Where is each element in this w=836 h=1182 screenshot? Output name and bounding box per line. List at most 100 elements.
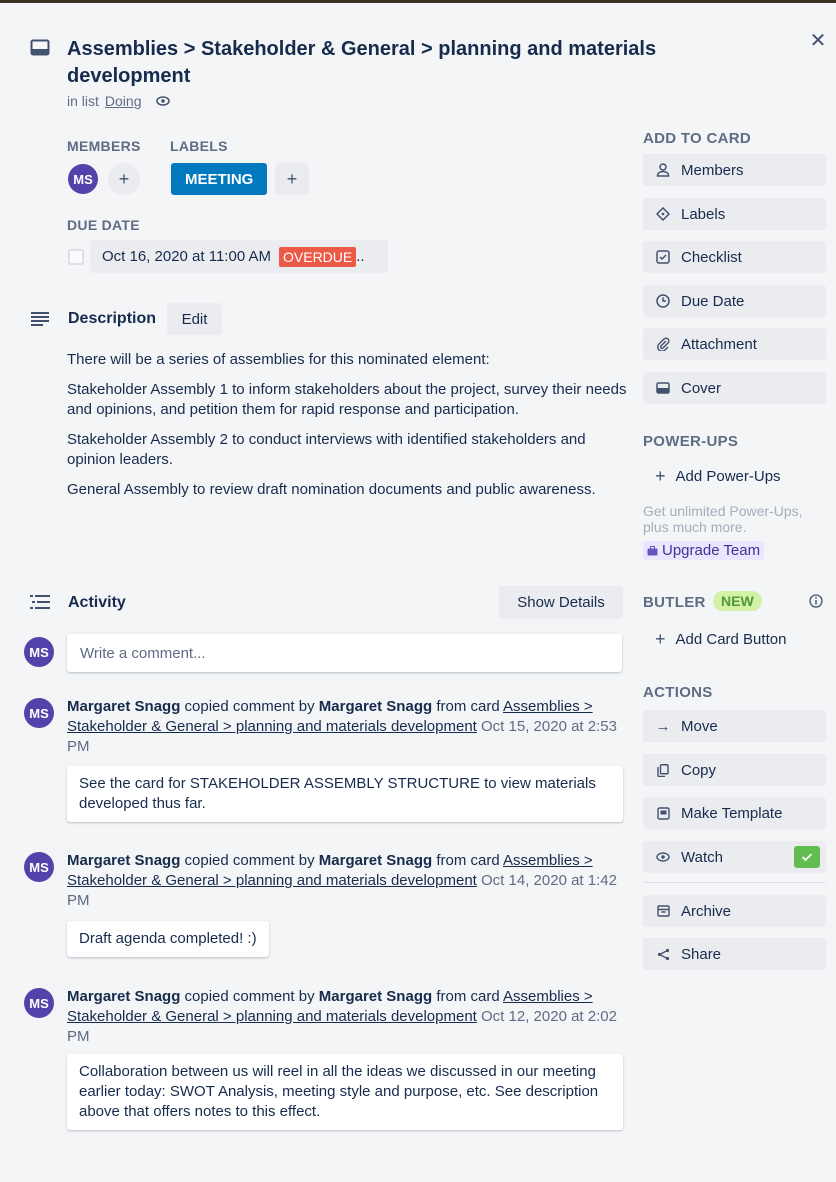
upgrade-team-label: Upgrade Team xyxy=(662,542,761,559)
eye-icon xyxy=(655,849,671,865)
actions-heading: ACTIONS xyxy=(643,684,713,701)
plus-icon: + xyxy=(118,168,130,189)
label-meeting[interactable]: MEETING xyxy=(171,163,268,195)
sidebar-attachment-label: Attachment xyxy=(681,335,757,353)
add-card-button-button[interactable]: + Add Card Button xyxy=(643,623,826,655)
card-icon xyxy=(30,38,50,58)
activity-source-author[interactable]: Margaret Snagg xyxy=(319,698,432,715)
sidebar-members-label: Members xyxy=(681,161,744,179)
check-icon xyxy=(794,846,820,868)
description-edit-button[interactable]: Edit xyxy=(167,303,222,335)
activity-author[interactable]: Margaret Snagg xyxy=(67,698,180,715)
eye-icon xyxy=(155,96,170,106)
powerups-upsell-text: Get unlimited Power-Ups, plus much more. xyxy=(643,503,803,535)
due-date-text: Oct 16, 2020 at 11:00 AM xyxy=(102,248,271,265)
action-archive-label: Archive xyxy=(681,902,732,920)
paperclip-icon xyxy=(655,336,671,352)
activity-verb: copied comment by xyxy=(184,988,315,1005)
description-paragraph: There will be a series of assemblies for… xyxy=(67,351,490,368)
card-title-line-1: Assemblies > Stakeholder & General > pla… xyxy=(67,38,657,60)
add-card-button-label: Add Card Button xyxy=(675,630,787,648)
upgrade-team-button[interactable]: Upgrade Team xyxy=(643,541,765,560)
due-date-heading: DUE DATE xyxy=(67,217,140,233)
arrow-right-icon: → xyxy=(655,717,671,735)
activity-author[interactable]: Margaret Snagg xyxy=(67,852,180,869)
activity-source-author[interactable]: Margaret Snagg xyxy=(319,988,432,1005)
sidebar-checklist-label: Checklist xyxy=(681,248,742,266)
add-powerups-label: Add Power-Ups xyxy=(675,467,781,485)
activity-comment: Collaboration between us will reel in al… xyxy=(67,1054,623,1130)
add-powerups-button[interactable]: + Add Power-Ups xyxy=(643,460,826,492)
action-make-template-label: Make Template xyxy=(681,804,783,822)
sidebar-members-button[interactable]: Members xyxy=(643,154,826,186)
comment-input[interactable]: Write a comment... xyxy=(67,634,622,672)
list-link[interactable]: Doing xyxy=(105,93,142,109)
tag-icon xyxy=(655,206,671,222)
sidebar-cover-button[interactable]: Cover xyxy=(643,372,826,404)
action-watch-label: Watch xyxy=(681,848,723,866)
description-paragraph: Stakeholder Assembly 2 to conduct interv… xyxy=(67,431,586,468)
list-prefix: in list xyxy=(67,93,99,109)
template-icon xyxy=(655,805,671,821)
sidebar-checklist-button[interactable]: Checklist xyxy=(643,241,826,273)
activity-from: from card xyxy=(436,698,500,715)
plus-icon: + xyxy=(286,168,298,189)
sidebar-cover-label: Cover xyxy=(681,379,722,397)
activity-avatar[interactable]: MS xyxy=(24,698,54,728)
activity-author[interactable]: Margaret Snagg xyxy=(67,988,180,1005)
sidebar-labels-button[interactable]: Labels xyxy=(643,198,826,230)
share-icon xyxy=(655,946,671,962)
butler-heading: BUTLER xyxy=(643,594,706,611)
card-title[interactable]: Assemblies > Stakeholder & General > pla… xyxy=(67,36,767,90)
show-details-button[interactable]: Show Details xyxy=(499,586,623,619)
list-info: in list Doing xyxy=(67,93,170,109)
butler-new-badge: NEW xyxy=(713,591,762,611)
action-make-template-button[interactable]: Make Template xyxy=(643,797,826,829)
activity-entry: Margaret Snagg copied comment by Margare… xyxy=(67,697,627,757)
add-to-card-heading: ADD TO CARD xyxy=(643,130,752,147)
sidebar-labels-label: Labels xyxy=(681,205,726,223)
action-share-button[interactable]: Share xyxy=(643,938,826,970)
action-copy-label: Copy xyxy=(681,761,717,779)
add-label-button[interactable]: + xyxy=(275,163,309,195)
activity-avatar[interactable]: MS xyxy=(24,852,54,882)
activity-comment: See the card for STAKEHOLDER ASSEMBLY ST… xyxy=(67,766,623,822)
activity-from: from card xyxy=(436,852,500,869)
action-move-label: Move xyxy=(681,717,718,735)
sidebar-attachment-button[interactable]: Attachment xyxy=(643,328,826,360)
activity-verb: copied comment by xyxy=(184,698,315,715)
action-copy-button[interactable]: Copy xyxy=(643,754,826,786)
activity-source-author[interactable]: Margaret Snagg xyxy=(319,852,432,869)
due-complete-checkbox[interactable] xyxy=(68,249,84,265)
activity-title: Activity xyxy=(68,594,126,611)
due-date-button[interactable]: Oct 16, 2020 at 11:00 AM OVERDUE .. xyxy=(90,240,388,273)
plus-icon: + xyxy=(655,628,666,649)
briefcase-icon xyxy=(647,545,658,556)
activity-icon xyxy=(30,594,50,610)
current-user-avatar: MS xyxy=(24,637,54,667)
card-title-line-2: development xyxy=(67,65,191,87)
info-icon[interactable] xyxy=(809,594,823,608)
action-watch-button[interactable]: Watch xyxy=(643,841,826,873)
close-icon[interactable]: ✕ xyxy=(806,28,830,52)
description-icon xyxy=(31,311,49,327)
action-move-button[interactable]: → Move xyxy=(643,710,826,742)
top-border xyxy=(0,0,836,3)
add-member-button[interactable]: + xyxy=(108,163,140,195)
description-body[interactable]: There will be a series of assemblies for… xyxy=(67,350,632,510)
archive-icon xyxy=(655,903,671,919)
clock-icon xyxy=(655,293,671,309)
activity-avatar[interactable]: MS xyxy=(24,988,54,1018)
sidebar-due-date-button[interactable]: Due Date xyxy=(643,285,826,317)
activity-comment: Draft agenda completed! :) xyxy=(67,921,269,957)
member-avatar[interactable]: MS xyxy=(68,164,98,194)
checklist-icon xyxy=(655,249,671,265)
action-archive-button[interactable]: Archive xyxy=(643,895,826,927)
due-ellipsis: .. xyxy=(356,248,365,265)
action-share-label: Share xyxy=(681,945,722,963)
copy-icon xyxy=(655,762,671,778)
sidebar-due-date-label: Due Date xyxy=(681,292,745,310)
activity-verb: copied comment by xyxy=(184,852,315,869)
description-title: Description xyxy=(68,310,157,327)
activity-from: from card xyxy=(436,988,500,1005)
